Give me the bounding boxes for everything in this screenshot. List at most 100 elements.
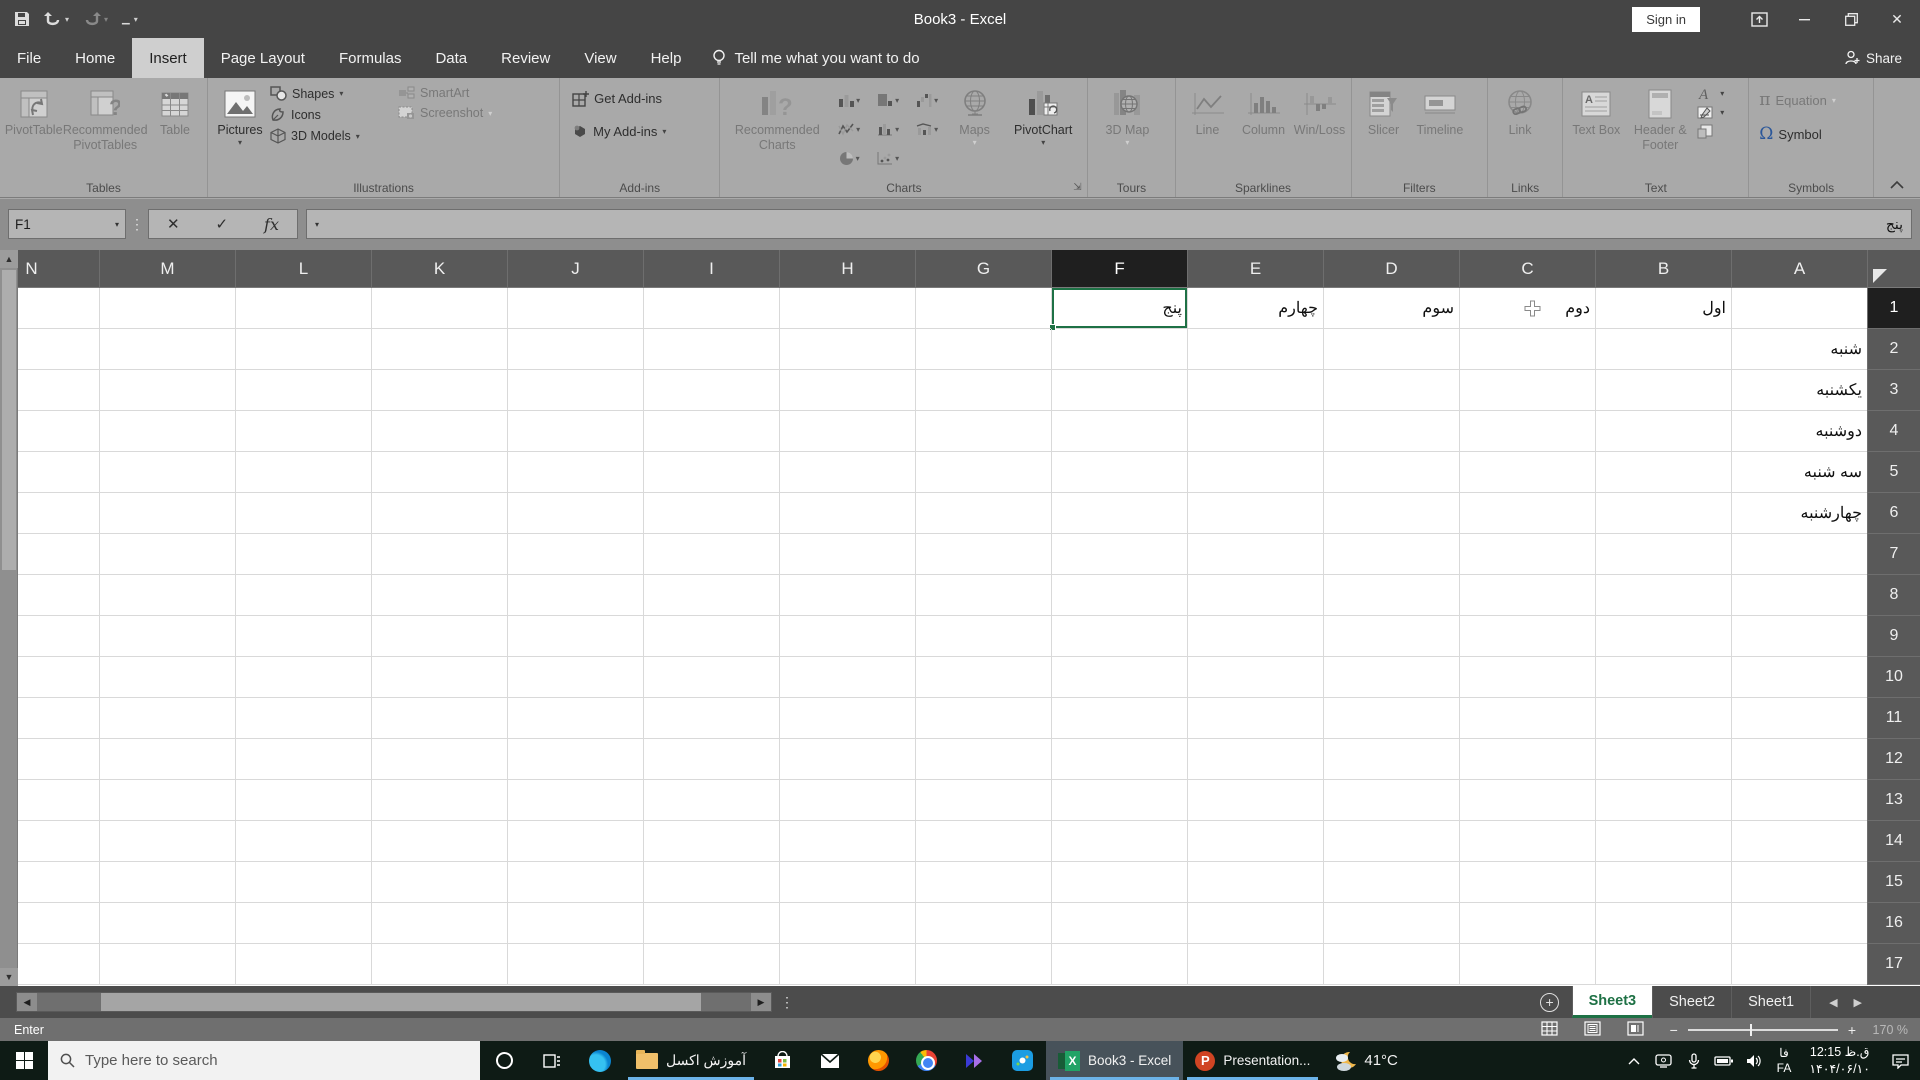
cell-K15[interactable] xyxy=(371,862,507,903)
row-header-6[interactable]: 6 xyxy=(1867,493,1920,534)
insert-pie-chart-button[interactable]: ▾ xyxy=(830,144,868,172)
zoom-level[interactable]: 170 % xyxy=(1866,1023,1908,1037)
object-button[interactable] xyxy=(1697,124,1724,139)
cell-G13[interactable] xyxy=(915,780,1051,821)
column-header-E[interactable]: E xyxy=(1187,250,1323,288)
cell-A10[interactable] xyxy=(1731,657,1867,698)
cell-E16[interactable] xyxy=(1187,903,1323,944)
cell-C9[interactable] xyxy=(1459,616,1595,657)
row-header-3[interactable]: 3 xyxy=(1867,370,1920,411)
cell-F9[interactable] xyxy=(1051,616,1187,657)
cell-J9[interactable] xyxy=(507,616,643,657)
cell-M16[interactable] xyxy=(99,903,235,944)
table-button[interactable]: Table xyxy=(147,82,203,178)
cell-B7[interactable] xyxy=(1595,534,1731,575)
tab-scroll-left-button[interactable]: ◀ xyxy=(1829,996,1837,1009)
row-header-7[interactable]: 7 xyxy=(1867,534,1920,575)
maps-button[interactable]: Maps ▾ xyxy=(946,82,1003,178)
insert-function-button[interactable]: fx xyxy=(264,215,279,234)
cell-L11[interactable] xyxy=(235,698,371,739)
sign-in-button[interactable]: Sign in xyxy=(1632,6,1700,32)
page-break-preview-button[interactable] xyxy=(1627,1020,1644,1039)
cell-H3[interactable] xyxy=(779,370,915,411)
insert-column-chart-button[interactable]: ▾ xyxy=(830,86,868,114)
column-header-A[interactable]: A xyxy=(1731,250,1867,288)
tab-home[interactable]: Home xyxy=(58,38,132,78)
cell-M9[interactable] xyxy=(99,616,235,657)
cell-I5[interactable] xyxy=(643,452,779,493)
cell-E9[interactable] xyxy=(1187,616,1323,657)
cell-I7[interactable] xyxy=(643,534,779,575)
cell-E5[interactable] xyxy=(1187,452,1323,493)
shapes-button[interactable]: Shapes ▾ xyxy=(270,86,394,101)
cell-A7[interactable] xyxy=(1731,534,1867,575)
cell-I12[interactable] xyxy=(643,739,779,780)
insert-line-chart-button[interactable]: ▾ xyxy=(830,115,868,143)
microphone-icon[interactable] xyxy=(1679,1052,1709,1069)
cell-J12[interactable] xyxy=(507,739,643,780)
cell-H13[interactable] xyxy=(779,780,915,821)
cell-B14[interactable] xyxy=(1595,821,1731,862)
row-header-1[interactable]: 1 xyxy=(1867,288,1920,329)
text-box-button[interactable]: A Text Box xyxy=(1567,82,1625,178)
cell-K10[interactable] xyxy=(371,657,507,698)
screenshot-button[interactable]: Screenshot ▾ xyxy=(398,106,514,120)
insert-waterfall-chart-button[interactable]: ▾ xyxy=(908,86,946,114)
row-header-4[interactable]: 4 xyxy=(1867,411,1920,452)
cell-E17[interactable] xyxy=(1187,944,1323,985)
cell-F15[interactable] xyxy=(1051,862,1187,903)
cell-F5[interactable] xyxy=(1051,452,1187,493)
minimize-button[interactable] xyxy=(1782,0,1828,38)
cell-L16[interactable] xyxy=(235,903,371,944)
cell-I8[interactable] xyxy=(643,575,779,616)
zoom-slider[interactable] xyxy=(1687,1023,1838,1036)
header-footer-button[interactable]: Header & Footer xyxy=(1625,82,1695,178)
cell-H10[interactable] xyxy=(779,657,915,698)
cell-K16[interactable] xyxy=(371,903,507,944)
cell-B12[interactable] xyxy=(1595,739,1731,780)
scroll-left-button[interactable]: ◀ xyxy=(17,993,37,1011)
cell-G14[interactable] xyxy=(915,821,1051,862)
row-header-12[interactable]: 12 xyxy=(1867,739,1920,780)
cell-K1[interactable] xyxy=(371,288,507,329)
cell-E1[interactable]: چهارم xyxy=(1187,288,1323,329)
cell-H7[interactable] xyxy=(779,534,915,575)
cell-A17[interactable] xyxy=(1731,944,1867,985)
new-sheet-button[interactable]: + xyxy=(1528,986,1572,1018)
cortana-button[interactable] xyxy=(480,1041,528,1080)
tab-view[interactable]: View xyxy=(567,38,633,78)
zoom-in-button[interactable]: + xyxy=(1848,1022,1856,1038)
column-header-J[interactable]: J xyxy=(507,250,643,288)
cell-H8[interactable] xyxy=(779,575,915,616)
cell-I3[interactable] xyxy=(643,370,779,411)
cell-G8[interactable] xyxy=(915,575,1051,616)
cell-D4[interactable] xyxy=(1323,411,1459,452)
cell-J2[interactable] xyxy=(507,329,643,370)
sparkline-column-button[interactable]: Column xyxy=(1236,82,1292,178)
cell-A1[interactable] xyxy=(1731,288,1867,329)
cell-L15[interactable] xyxy=(235,862,371,903)
cell-I4[interactable] xyxy=(643,411,779,452)
cell-H16[interactable] xyxy=(779,903,915,944)
cell-I2[interactable] xyxy=(643,329,779,370)
cell-D13[interactable] xyxy=(1323,780,1459,821)
symbol-button[interactable]: Ω Symbol xyxy=(1759,124,1836,144)
smartart-button[interactable]: SmartArt xyxy=(398,86,514,100)
cell-F7[interactable] xyxy=(1051,534,1187,575)
cell-F3[interactable] xyxy=(1051,370,1187,411)
scroll-down-button[interactable]: ▼ xyxy=(0,968,18,986)
show-hidden-icons-button[interactable] xyxy=(1619,1057,1649,1065)
cell-G4[interactable] xyxy=(915,411,1051,452)
cell-G11[interactable] xyxy=(915,698,1051,739)
column-header-K[interactable]: K xyxy=(371,250,507,288)
cell-A4[interactable]: دوشنبه xyxy=(1731,411,1867,452)
cell-G16[interactable] xyxy=(915,903,1051,944)
cell-D17[interactable] xyxy=(1323,944,1459,985)
cell-L10[interactable] xyxy=(235,657,371,698)
cell-J4[interactable] xyxy=(507,411,643,452)
redo-button[interactable]: ▾ xyxy=(83,12,108,26)
cell-C11[interactable] xyxy=(1459,698,1595,739)
cell-D12[interactable] xyxy=(1323,739,1459,780)
cell-H6[interactable] xyxy=(779,493,915,534)
cell-I11[interactable] xyxy=(643,698,779,739)
